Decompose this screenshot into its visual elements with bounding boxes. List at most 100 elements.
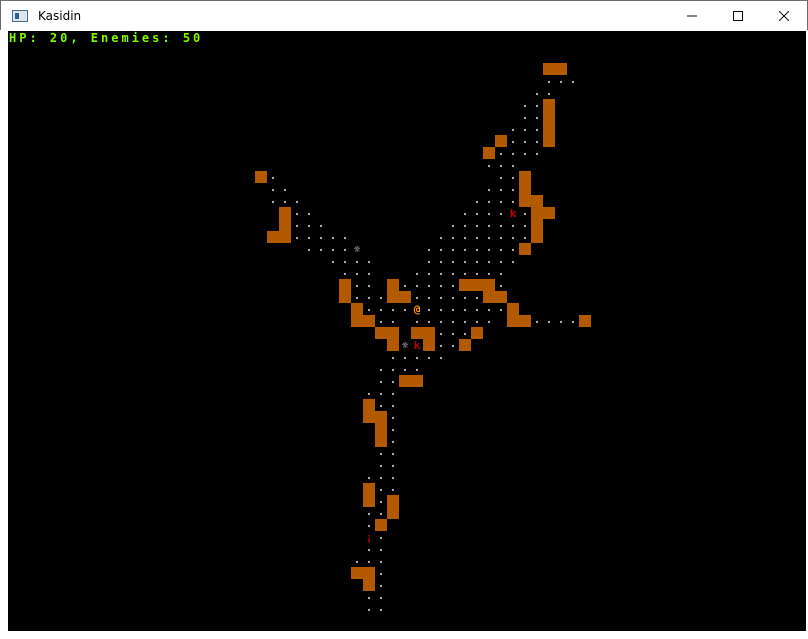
- wall-tile: [363, 411, 375, 423]
- wall-tile: [387, 327, 399, 339]
- floor-tile: [416, 297, 418, 299]
- wall-tile: [387, 339, 399, 351]
- floor-tile: [488, 237, 490, 239]
- floor-tile: [512, 153, 514, 155]
- floor-tile: [368, 285, 370, 287]
- wall-tile: [351, 303, 363, 315]
- item-glyph: ☼: [402, 339, 409, 352]
- floor-tile: [548, 321, 550, 323]
- wall-tile: [375, 423, 387, 435]
- floor-tile: [452, 249, 454, 251]
- floor-tile: [380, 573, 382, 575]
- floor-tile: [512, 201, 514, 203]
- floor-tile: [572, 321, 574, 323]
- wall-tile: [363, 483, 375, 495]
- floor-tile: [356, 273, 358, 275]
- wall-tile: [483, 291, 495, 303]
- floor-tile: [416, 273, 418, 275]
- floor-tile: [464, 273, 466, 275]
- wall-tile: [387, 507, 399, 519]
- floor-tile: [392, 309, 394, 311]
- floor-tile: [368, 561, 370, 563]
- floor-tile: [380, 597, 382, 599]
- game-console[interactable]: k ☼ @ ☼ k ¡ HP: 20, Enemies: 50: [9, 31, 807, 632]
- floor-tile: [536, 129, 538, 131]
- floor-tile: [488, 273, 490, 275]
- floor-tile: [488, 189, 490, 191]
- floor-tile: [368, 597, 370, 599]
- wall-tile: [531, 231, 543, 243]
- floor-tile: [380, 381, 382, 383]
- floor-tile: [548, 93, 550, 95]
- minimize-icon[interactable]: [669, 1, 715, 31]
- wall-tile: [471, 279, 483, 291]
- wall-tile: [543, 135, 555, 147]
- floor-tile: [428, 249, 430, 251]
- floor-tile: [536, 93, 538, 95]
- floor-tile: [500, 273, 502, 275]
- floor-tile: [356, 297, 358, 299]
- wall-tile: [387, 495, 399, 507]
- console-app-icon: [12, 10, 28, 22]
- potion-glyph: ¡: [366, 531, 373, 544]
- wall-tile: [471, 327, 483, 339]
- floor-tile: [512, 225, 514, 227]
- floor-tile: [512, 129, 514, 131]
- floor-tile: [344, 237, 346, 239]
- floor-tile: [320, 249, 322, 251]
- floor-tile: [368, 273, 370, 275]
- floor-tile: [548, 81, 550, 83]
- wall-tile: [459, 279, 471, 291]
- floor-tile: [308, 225, 310, 227]
- floor-tile: [488, 321, 490, 323]
- wall-tile: [279, 231, 291, 243]
- floor-tile: [464, 237, 466, 239]
- floor-tile: [488, 225, 490, 227]
- floor-tile: [428, 321, 430, 323]
- floor-tile: [368, 297, 370, 299]
- floor-tile: [416, 321, 418, 323]
- floor-tile: [380, 465, 382, 467]
- floor-tile: [380, 585, 382, 587]
- wall-tile: [387, 291, 399, 303]
- floor-tile: [380, 501, 382, 503]
- floor-tile: [344, 273, 346, 275]
- title-bar[interactable]: Kasidin: [1, 1, 807, 31]
- wall-tile: [411, 375, 423, 387]
- bottom-edge: [0, 631, 808, 639]
- wall-tile: [531, 219, 543, 231]
- floor-tile: [464, 309, 466, 311]
- floor-tile: [440, 261, 442, 263]
- floor-tile: [464, 321, 466, 323]
- wall-tile: [543, 99, 555, 111]
- floor-tile: [392, 369, 394, 371]
- wall-tile: [495, 291, 507, 303]
- wall-tile: [399, 375, 411, 387]
- background-window-strip: [0, 30, 8, 631]
- floor-tile: [368, 477, 370, 479]
- floor-tile: [356, 261, 358, 263]
- floor-tile: [464, 249, 466, 251]
- wall-tile: [411, 327, 423, 339]
- floor-tile: [524, 117, 526, 119]
- floor-tile: [296, 213, 298, 215]
- floor-tile: [512, 141, 514, 143]
- floor-tile: [524, 153, 526, 155]
- floor-tile: [392, 477, 394, 479]
- floor-tile: [428, 297, 430, 299]
- floor-tile: [344, 261, 346, 263]
- floor-tile: [452, 261, 454, 263]
- floor-tile: [380, 537, 382, 539]
- wall-tile: [375, 327, 387, 339]
- floor-tile: [512, 165, 514, 167]
- wall-tile: [363, 495, 375, 507]
- floor-tile: [332, 261, 334, 263]
- window-controls: [669, 1, 807, 31]
- maximize-icon[interactable]: [715, 1, 761, 31]
- wall-tile: [495, 135, 507, 147]
- floor-tile: [320, 237, 322, 239]
- floor-tile: [500, 261, 502, 263]
- wall-tile: [543, 63, 555, 75]
- close-icon[interactable]: [761, 1, 807, 31]
- wall-tile: [363, 399, 375, 411]
